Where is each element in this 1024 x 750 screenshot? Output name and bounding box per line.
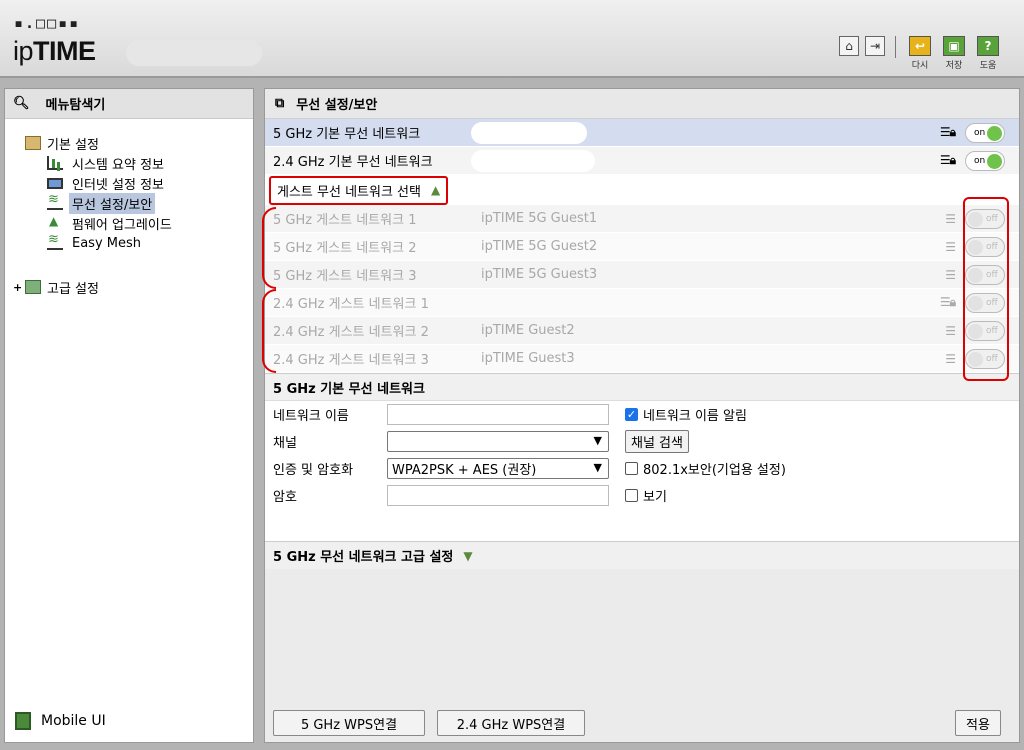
enterprise-checkbox-area[interactable]: 802.1x보안(기업용 설정) <box>625 459 786 478</box>
channel-select[interactable]: ▼ <box>387 431 609 452</box>
channel-search-button[interactable]: 채널 검색 <box>625 430 689 453</box>
apply-button[interactable]: 적용 <box>955 710 1001 736</box>
save-icon: ▣ <box>943 36 965 56</box>
enterprise-checkbox[interactable] <box>625 462 638 475</box>
broadcast-checkbox-area[interactable]: ✓ 네트워크 이름 알림 <box>625 405 747 424</box>
page-title: ⧉ 무선 설정/보안 <box>265 89 1019 119</box>
redacted-ssid <box>471 121 587 144</box>
show-password-checkbox[interactable] <box>625 489 638 502</box>
divider <box>895 36 896 58</box>
network-name-input[interactable] <box>387 404 609 425</box>
toggle-24ghz[interactable]: on <box>965 150 1005 171</box>
sidebar-item-system-summary[interactable]: 시스템 요약 정보 <box>5 153 253 173</box>
main-panel: ⧉ 무선 설정/보안 5 GHz 기본 무선 네트워크 ☰🔒︎ on 2.4 G… <box>262 88 1020 743</box>
filter-icon[interactable]: ☰ <box>945 212 956 226</box>
window-icon: ⧉ <box>275 96 285 111</box>
advanced-settings-body: 5 GHz WPS연결 2.4 GHz WPS연결 적용 <box>265 569 1019 742</box>
logo-dots: ▪.□□▪▪ <box>14 14 81 32</box>
guest-network-row[interactable]: 5 GHz 게스트 네트워크 2 ipTIME 5G Guest2 ☰ off <box>265 233 1019 261</box>
show-password-area[interactable]: 보기 <box>625 486 667 505</box>
network-name-row: 네트워크 이름 ✓ 네트워크 이름 알림 <box>265 401 1019 428</box>
annotation-bracket <box>262 289 276 373</box>
sidebar-item-easymesh[interactable]: Easy Mesh <box>5 232 253 253</box>
help-button[interactable]: ? 도움 <box>974 36 1002 71</box>
expand-icon: ▼ <box>463 548 473 563</box>
mesh-icon <box>47 232 63 250</box>
annotation-bracket <box>262 207 276 289</box>
tree-group-basic[interactable]: 기본 설정 <box>5 133 253 153</box>
advanced-settings-toggle[interactable]: 5 GHz 무선 네트워크 고급 설정 ▼ <box>265 541 1019 569</box>
guest-network-row[interactable]: 2.4 GHz 게스트 네트워크 2 ipTIME Guest2 ☰ off <box>265 317 1019 345</box>
computer-icon <box>47 177 63 189</box>
home-icon[interactable]: ⌂ <box>839 36 859 56</box>
form-section-title: 5 GHz 기본 무선 네트워크 <box>265 373 1019 401</box>
wifi-icon <box>47 192 63 210</box>
guest-select-toggle[interactable]: 게스트 무선 네트워크 선택 ▲ <box>269 175 449 205</box>
security-filter-icon[interactable]: ☰🔒︎ <box>940 153 956 168</box>
filter-icon[interactable]: ☰ <box>945 240 956 254</box>
expand-icon[interactable]: + <box>13 281 23 294</box>
menu-explorer: 🔍︎ 메뉴탐색기 기본 설정 시스템 요약 정보 인터넷 설정 정보 무선 설정… <box>4 88 254 743</box>
annotation-box <box>963 197 1009 381</box>
logout-icon[interactable]: ⇥ <box>865 36 885 56</box>
password-row: 암호 보기 <box>265 482 1019 509</box>
menu-tree: 기본 설정 시스템 요약 정보 인터넷 설정 정보 무선 설정/보안 펌웨어 업… <box>5 119 253 297</box>
basic-network-24ghz[interactable]: 2.4 GHz 기본 무선 네트워크 ☰🔒︎ on <box>265 147 1019 175</box>
broadcast-checkbox[interactable]: ✓ <box>625 408 638 421</box>
app-header: ▪.□□▪▪ ipTIME ⌂ ⇥ ↩ 다시 ▣ 저장 ? 도움 <box>0 0 1024 78</box>
search-icon: 🔍︎ <box>13 96 30 111</box>
chart-icon <box>47 156 63 170</box>
upgrade-icon <box>47 214 63 230</box>
collapse-icon: ▲ <box>430 183 441 197</box>
mobile-ui-link[interactable]: Mobile UI <box>15 712 106 730</box>
reload-icon: ↩ <box>909 36 931 56</box>
redacted-area <box>126 40 262 66</box>
folder-icon <box>25 280 41 294</box>
guest-section-header: 게스트 무선 네트워크 선택 ▲ <box>265 175 1019 205</box>
wps-5ghz-button[interactable]: 5 GHz WPS연결 <box>273 710 425 736</box>
guest-network-row[interactable]: 5 GHz 게스트 네트워크 1 ipTIME 5G Guest1 ☰ off <box>265 205 1019 233</box>
basic-network-5ghz[interactable]: 5 GHz 기본 무선 네트워크 ☰🔒︎ on <box>265 119 1019 147</box>
chevron-down-icon: ▼ <box>593 434 602 447</box>
password-input[interactable] <box>387 485 609 506</box>
folder-icon <box>25 136 41 150</box>
filter-icon[interactable]: ☰ <box>945 324 956 338</box>
filter-icon[interactable]: ☰ <box>945 268 956 282</box>
header-toolbar: ⌂ ⇥ ↩ 다시 ▣ 저장 ? 도움 <box>839 36 1002 71</box>
logo: ipTIME <box>13 36 96 66</box>
sidebar-item-internet[interactable]: 인터넷 설정 정보 <box>5 173 253 193</box>
redacted-ssid <box>471 149 595 172</box>
save-button[interactable]: ▣ 저장 <box>940 36 968 71</box>
auth-select[interactable]: WPA2PSK + AES (권장) ▼ <box>387 458 609 479</box>
guest-network-row[interactable]: 5 GHz 게스트 네트워크 3 ipTIME 5G Guest3 ☰ off <box>265 261 1019 289</box>
help-icon: ? <box>977 36 999 56</box>
toggle-5ghz[interactable]: on <box>965 122 1005 143</box>
reload-button[interactable]: ↩ 다시 <box>906 36 934 71</box>
security-filter-icon[interactable]: ☰🔒︎ <box>940 125 956 140</box>
guest-network-row[interactable]: 2.4 GHz 게스트 네트워크 3 ipTIME Guest3 ☰ off <box>265 345 1019 373</box>
chevron-down-icon: ▼ <box>593 461 602 474</box>
security-filter-icon[interactable]: ☰🔒︎ <box>940 295 956 310</box>
sidebar-item-wireless[interactable]: 무선 설정/보안 <box>5 192 253 214</box>
guest-network-row[interactable]: 2.4 GHz 게스트 네트워크 1 ☰🔒︎ off <box>265 289 1019 317</box>
filter-icon[interactable]: ☰ <box>945 352 956 366</box>
mobile-icon <box>15 712 31 730</box>
tree-group-advanced[interactable]: + 고급 설정 <box>5 277 253 297</box>
sidebar-item-firmware[interactable]: 펌웨어 업그레이드 <box>5 213 253 233</box>
wps-24ghz-button[interactable]: 2.4 GHz WPS연결 <box>437 710 585 736</box>
menu-explorer-title: 🔍︎ 메뉴탐색기 <box>5 89 253 119</box>
channel-row: 채널 ▼ 채널 검색 <box>265 428 1019 455</box>
auth-row: 인증 및 암호화 WPA2PSK + AES (권장) ▼ 802.1x보안(기… <box>265 455 1019 482</box>
